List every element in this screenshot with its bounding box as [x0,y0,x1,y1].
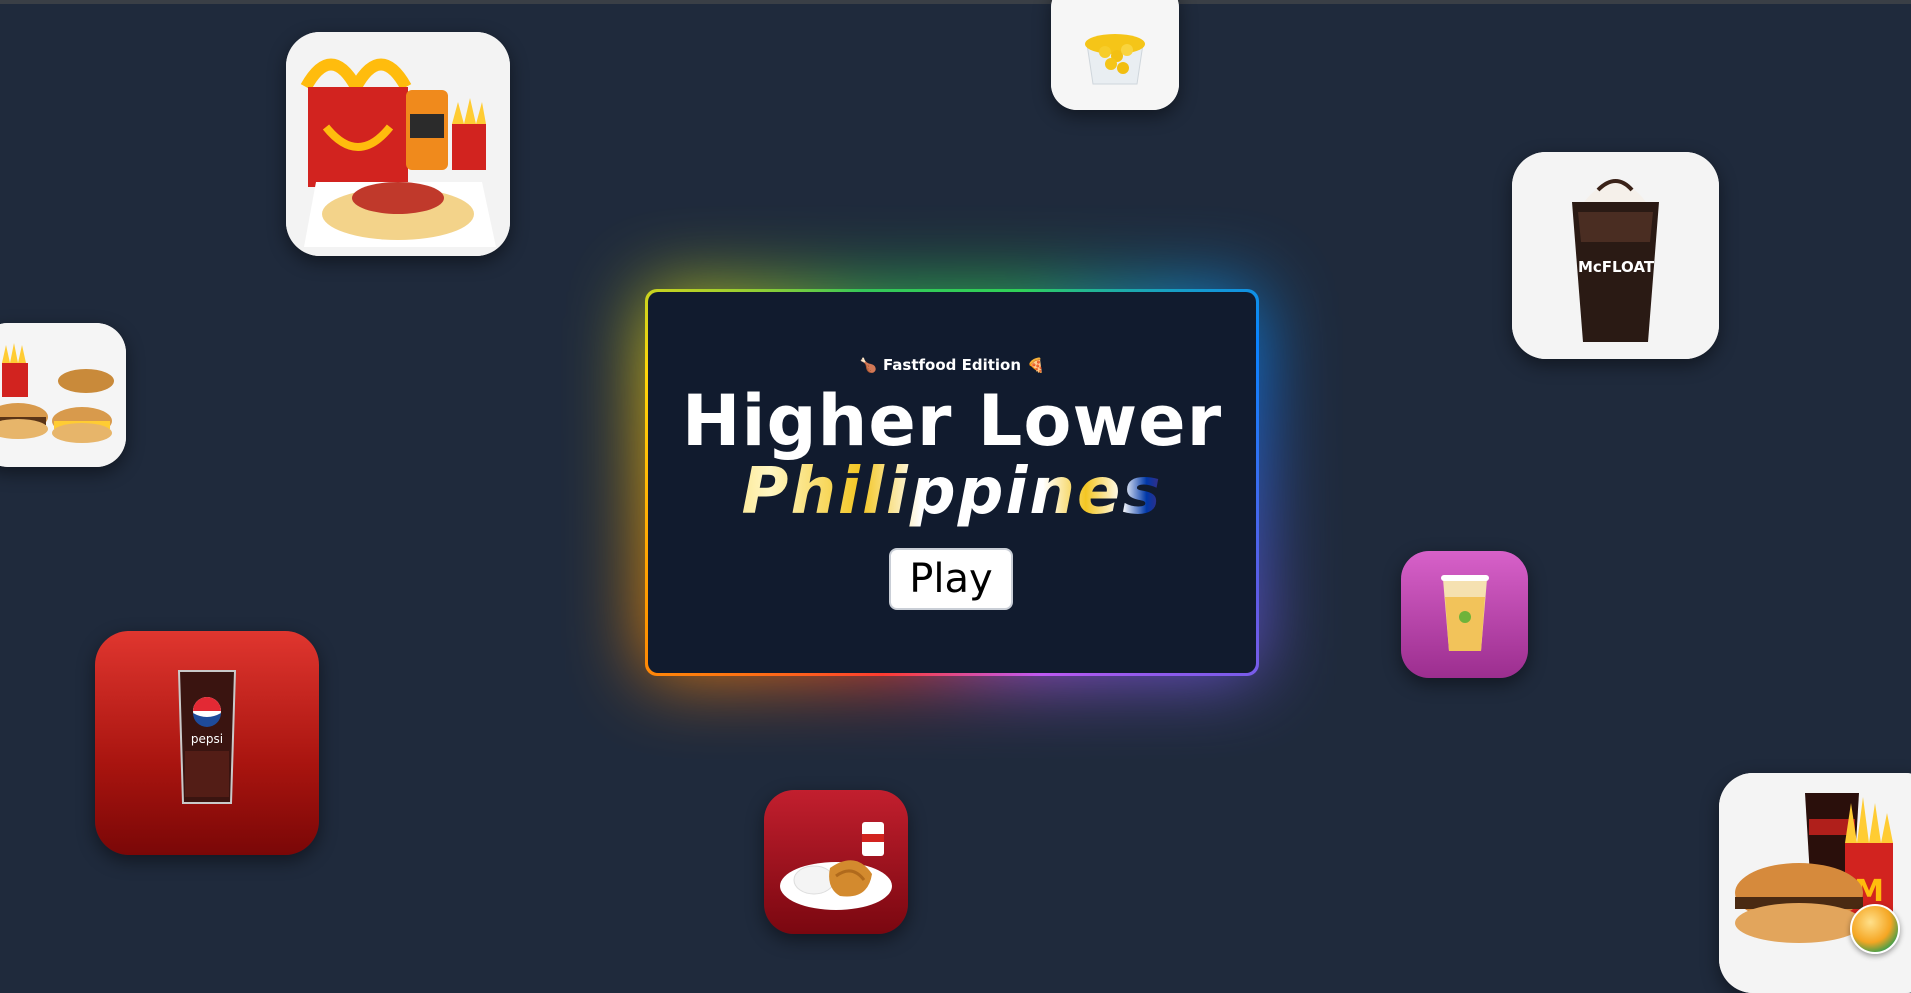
happy-meal-tile [286,32,510,256]
play-button[interactable]: Play [889,548,1013,610]
mcfloat-tile: McFLOAT [1512,152,1719,359]
chicken-leg-icon: 🍗 [859,358,877,374]
mcfloat-label: McFLOAT [1578,258,1655,276]
assistant-badge-icon[interactable] [1850,904,1900,954]
corn-cup-tile [1051,0,1179,110]
burger-platter-icon [0,323,126,467]
soda-glass-icon: pepsi [177,670,237,804]
happy-meal-icon [286,32,510,256]
mango-drink-tile [1401,551,1528,678]
window-top-edge [0,0,1911,4]
title-card: 🍗 Fastfood Edition 🍕 Higher Lower Philippi… [648,292,1256,673]
mango-drink-icon [1441,575,1489,651]
float-drink-icon: McFLOAT [1512,152,1719,359]
fried-chicken-icon [780,822,892,910]
pizza-icon: 🍕 [1027,358,1045,374]
edition-label: 🍗 Fastfood Edition 🍕 [648,356,1256,374]
pepsi-tile: pepsi [95,631,319,855]
burger-platter-tile [0,323,126,467]
edition-text: Fastfood Edition [882,356,1022,374]
corn-cup-icon [1051,0,1179,110]
pepsi-label: pepsi [191,732,223,746]
title-philippines: Philippines [648,452,1256,532]
burger-combo-icon: M [1719,773,1911,993]
chicken-meal-tile [764,790,908,934]
burger-combo-tile: M [1719,773,1911,993]
